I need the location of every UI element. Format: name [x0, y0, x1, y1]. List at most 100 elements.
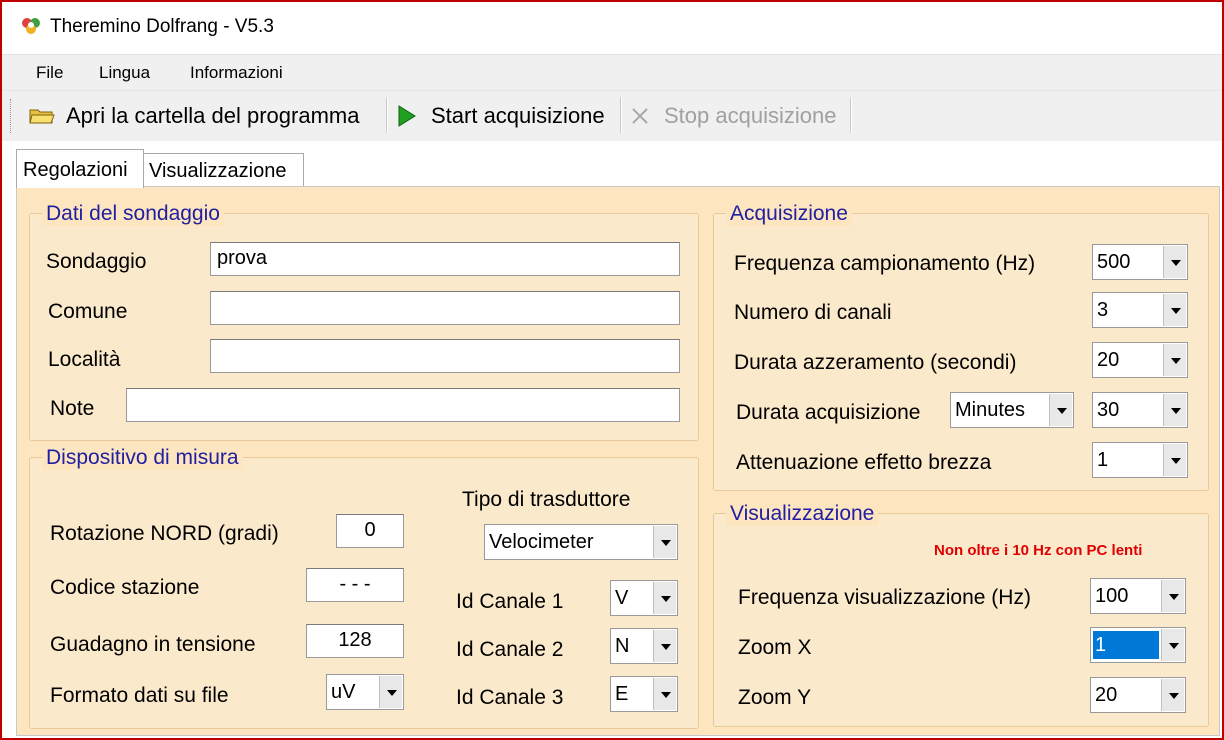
durata-azzeramento-value: 20 — [1097, 349, 1120, 371]
attenuazione-brezza-value: 1 — [1097, 449, 1109, 471]
note-label: Note — [50, 397, 95, 420]
zoom-x-select[interactable]: 1 — [1090, 627, 1186, 663]
attenuazione-brezza-select[interactable]: 1 — [1092, 442, 1188, 478]
zoom-y-label: Zoom Y — [738, 686, 812, 709]
canale3-label: Id Canale 3 — [456, 686, 564, 709]
localita-label: Località — [48, 348, 121, 371]
guadagno-field[interactable]: 128 — [306, 624, 404, 658]
toolbar-separator — [620, 97, 622, 133]
durata-azzeramento-select[interactable]: 20 — [1092, 342, 1188, 378]
survey-data-title: Dati del sondaggio — [42, 202, 224, 226]
canale2-value: N — [615, 635, 630, 657]
durata-acquisizione-value: 30 — [1097, 399, 1120, 421]
chevron-down-icon[interactable] — [1163, 394, 1186, 426]
chevron-down-icon[interactable] — [653, 678, 676, 710]
measuring-device-group: Dispositivo di misura Rotazione NORD (gr… — [29, 446, 699, 729]
codice-field[interactable]: - - - — [306, 568, 404, 602]
toolbar-separator — [386, 97, 388, 133]
zoom-x-value: 1 — [1093, 631, 1159, 659]
toolbar: Apri la cartella del programma Start acq… — [2, 90, 1222, 142]
attenuazione-brezza-label: Attenuazione effetto brezza — [736, 451, 992, 474]
tab-visualizzazione-label: Visualizzazione — [149, 160, 287, 182]
measuring-device-title: Dispositivo di misura — [42, 446, 243, 470]
numero-canali-select[interactable]: 3 — [1092, 292, 1188, 328]
guadagno-label: Guadagno in tensione — [50, 633, 256, 656]
durata-acquisizione-label: Durata acquisizione — [736, 401, 921, 424]
tipo-trasduttore-label: Tipo di trasduttore — [462, 488, 631, 511]
toolbar-separator — [850, 97, 852, 133]
sondaggio-label: Sondaggio — [46, 250, 147, 273]
canale2-label: Id Canale 2 — [456, 638, 564, 661]
frequenza-visualizzazione-value: 100 — [1095, 585, 1129, 607]
play-icon — [398, 105, 416, 127]
canale1-select[interactable]: V — [610, 580, 678, 616]
numero-canali-value: 3 — [1097, 299, 1109, 321]
formato-select[interactable]: uV — [326, 674, 404, 710]
chevron-down-icon[interactable] — [1163, 344, 1186, 376]
chevron-down-icon[interactable] — [379, 676, 402, 708]
chevron-down-icon[interactable] — [653, 630, 676, 662]
menu-lingua[interactable]: Lingua — [99, 63, 150, 83]
canale2-select[interactable]: N — [610, 628, 678, 664]
comune-field[interactable] — [210, 291, 680, 325]
folder-icon — [29, 109, 55, 124]
frequenza-visualizzazione-label: Frequenza visualizzazione (Hz) — [738, 586, 1031, 609]
durata-unit-select[interactable]: Minutes — [950, 392, 1074, 428]
durata-acquisizione-select[interactable]: 30 — [1092, 392, 1188, 428]
menu-bar: File Lingua Informazioni — [2, 54, 1222, 91]
slow-pc-warning: Non oltre i 10 Hz con PC lenti — [934, 542, 1143, 559]
formato-value: uV — [331, 681, 356, 703]
chevron-down-icon[interactable] — [1161, 629, 1184, 661]
sondaggio-field[interactable]: prova — [210, 242, 680, 276]
tab-regolazioni[interactable]: Regolazioni — [16, 149, 144, 188]
tipo-trasduttore-select[interactable]: Velocimeter — [484, 524, 678, 560]
display-title: Visualizzazione — [726, 502, 879, 526]
app-icon — [22, 18, 40, 34]
comune-label: Comune — [48, 300, 128, 323]
zoom-y-value: 20 — [1095, 684, 1118, 706]
start-acquisition-label: Start acquisizione — [431, 103, 605, 128]
rotazione-label: Rotazione NORD (gradi) — [50, 522, 279, 545]
window-title: Theremino Dolfrang - V5.3 — [50, 16, 274, 37]
chevron-down-icon[interactable] — [1161, 580, 1184, 612]
tipo-trasduttore-value: Velocimeter — [489, 531, 594, 553]
chevron-down-icon[interactable] — [1161, 679, 1184, 711]
canale3-select[interactable]: E — [610, 676, 678, 712]
acquisition-title: Acquisizione — [726, 202, 852, 226]
chevron-down-icon[interactable] — [653, 526, 676, 558]
formato-label: Formato dati su file — [50, 684, 229, 707]
tab-visualizzazione[interactable]: Visualizzazione — [143, 153, 304, 186]
display-group: Visualizzazione Non oltre i 10 Hz con PC… — [713, 502, 1209, 727]
menu-informazioni[interactable]: Informazioni — [190, 63, 283, 83]
canale1-value: V — [615, 587, 629, 609]
rotazione-field[interactable]: 0 — [336, 514, 404, 548]
tab-strip: Regolazioni Visualizzazione — [2, 141, 1222, 188]
canale3-value: E — [615, 683, 629, 705]
numero-canali-label: Numero di canali — [734, 301, 892, 324]
chevron-down-icon[interactable] — [653, 582, 676, 614]
localita-field[interactable] — [210, 339, 680, 373]
durata-unit-value: Minutes — [955, 399, 1026, 421]
frequenza-campionamento-select[interactable]: 500 — [1092, 244, 1188, 280]
chevron-down-icon[interactable] — [1163, 294, 1186, 326]
zoom-y-select[interactable]: 20 — [1090, 677, 1186, 713]
survey-data-group: Dati del sondaggio Sondaggio prova Comun… — [29, 202, 699, 441]
chevron-down-icon[interactable] — [1163, 246, 1186, 278]
title-bar: Theremino Dolfrang - V5.3 — [2, 2, 1222, 52]
stop-acquisition-button[interactable]: Stop acquisizione — [630, 97, 836, 135]
frequenza-campionamento-label: Frequenza campionamento (Hz) — [734, 252, 1036, 275]
note-field[interactable] — [126, 388, 680, 422]
tab-regolazioni-label: Regolazioni — [23, 159, 128, 181]
stop-acquisition-label: Stop acquisizione — [664, 103, 837, 128]
start-acquisition-button[interactable]: Start acquisizione — [397, 97, 605, 135]
zoom-x-label: Zoom X — [738, 636, 812, 659]
frequenza-visualizzazione-select[interactable]: 100 — [1090, 578, 1186, 614]
chevron-down-icon[interactable] — [1163, 444, 1186, 476]
canale1-label: Id Canale 1 — [456, 590, 564, 613]
menu-file[interactable]: File — [36, 63, 63, 83]
toolbar-grip[interactable] — [10, 99, 14, 133]
chevron-down-icon[interactable] — [1049, 394, 1072, 426]
settings-pane: Dati del sondaggio Sondaggio prova Comun… — [16, 186, 1220, 736]
app-window: Theremino Dolfrang - V5.3 File Lingua In… — [0, 0, 1224, 740]
open-folder-button[interactable]: Apri la cartella del programma — [28, 97, 359, 135]
